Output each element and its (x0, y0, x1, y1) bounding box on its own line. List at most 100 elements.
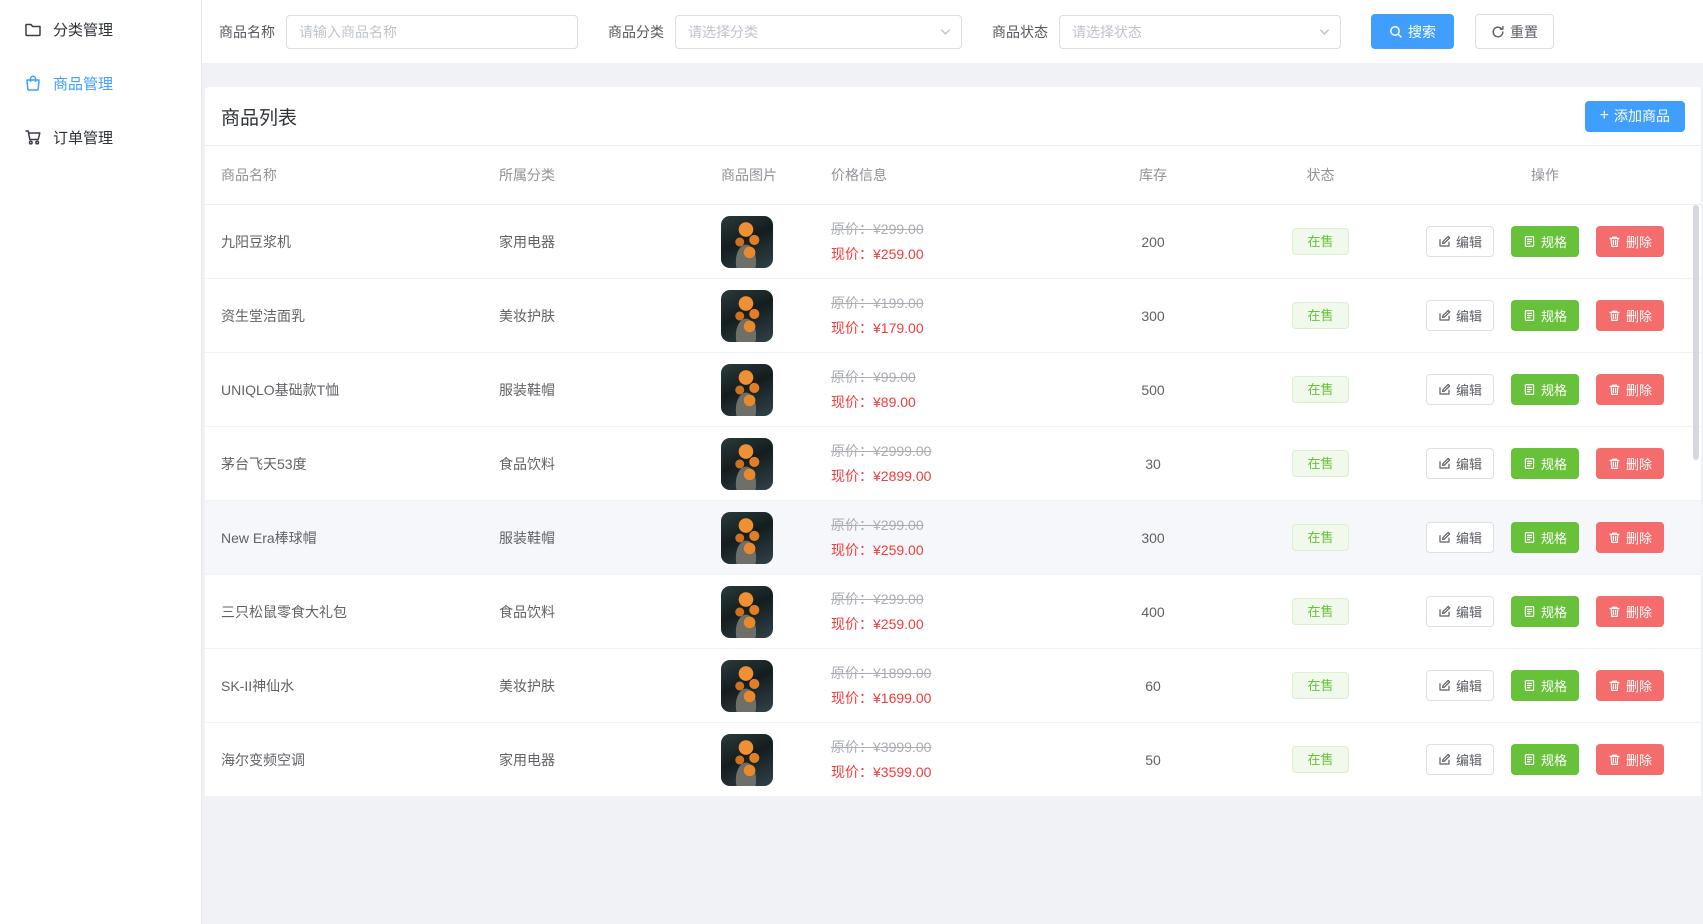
product-image-cell (721, 364, 831, 416)
product-image (721, 216, 773, 268)
product-image (721, 438, 773, 490)
current-price: 现价：¥3599.00 (831, 761, 1068, 783)
add-product-button[interactable]: + 添加商品 (1585, 101, 1685, 132)
delete-button-label: 删除 (1626, 750, 1652, 769)
delete-button[interactable]: 删除 (1596, 448, 1664, 479)
status-cell: 在售 (1238, 450, 1403, 478)
column-header-price: 价格信息 (831, 165, 1068, 185)
row-actions: 编辑 规格 删除 (1403, 670, 1687, 701)
product-image (721, 364, 773, 416)
delete-button-label: 删除 (1626, 454, 1652, 473)
sidebar-item-order-management[interactable]: 订单管理 (0, 110, 201, 164)
delete-button[interactable]: 删除 (1596, 596, 1664, 627)
document-icon (1523, 457, 1536, 470)
product-image-cell (721, 734, 831, 786)
trash-icon (1608, 753, 1621, 766)
trash-icon (1608, 383, 1621, 396)
spec-button-label: 规格 (1541, 528, 1567, 547)
reset-button[interactable]: 重置 (1475, 14, 1554, 49)
product-status-select[interactable] (1059, 15, 1341, 49)
filter-bar: 商品名称 商品分类 商品状态 (202, 0, 1703, 63)
spec-button[interactable]: 规格 (1511, 596, 1579, 627)
search-button[interactable]: 搜索 (1371, 14, 1454, 49)
table-row: SK-II神仙水 美妆护肤 原价：¥1899.00 现价：¥1699.00 60… (205, 649, 1701, 723)
original-price: 原价：¥2999.00 (831, 440, 1068, 462)
sidebar-item-label: 商品管理 (53, 73, 113, 94)
product-status-select-input[interactable] (1059, 15, 1341, 49)
status-badge: 在售 (1292, 672, 1348, 700)
product-image (721, 660, 773, 712)
refresh-icon (1491, 25, 1505, 39)
edit-icon (1438, 383, 1451, 396)
row-actions: 编辑 规格 删除 (1403, 448, 1687, 479)
status-cell: 在售 (1238, 672, 1403, 700)
trash-icon (1608, 605, 1621, 618)
trash-icon (1608, 309, 1621, 322)
original-price: 原价：¥199.00 (831, 292, 1068, 314)
spec-button[interactable]: 规格 (1511, 522, 1579, 553)
document-icon (1523, 679, 1536, 692)
delete-button-label: 删除 (1626, 380, 1652, 399)
price-info: 原价：¥199.00 现价：¥179.00 (831, 292, 1068, 339)
edit-button[interactable]: 编辑 (1426, 596, 1494, 627)
document-icon (1523, 235, 1536, 248)
delete-button-label: 删除 (1626, 602, 1652, 621)
edit-button[interactable]: 编辑 (1426, 300, 1494, 331)
product-category-select[interactable] (675, 15, 962, 49)
edit-button[interactable]: 编辑 (1426, 448, 1494, 479)
edit-button[interactable]: 编辑 (1426, 226, 1494, 257)
status-badge: 在售 (1292, 228, 1348, 256)
product-name: 九阳豆浆机 (221, 232, 499, 252)
column-header-actions: 操作 (1403, 165, 1687, 185)
spec-button[interactable]: 规格 (1511, 374, 1579, 405)
edit-button-label: 编辑 (1456, 528, 1482, 547)
delete-button[interactable]: 删除 (1596, 744, 1664, 775)
spec-button[interactable]: 规格 (1511, 300, 1579, 331)
add-product-label: 添加商品 (1614, 106, 1670, 126)
edit-button-label: 编辑 (1456, 454, 1482, 473)
edit-button[interactable]: 编辑 (1426, 522, 1494, 553)
product-name: 资生堂洁面乳 (221, 306, 499, 326)
delete-button[interactable]: 删除 (1596, 670, 1664, 701)
edit-button[interactable]: 编辑 (1426, 744, 1494, 775)
current-price: 现价：¥1699.00 (831, 687, 1068, 709)
spec-button-label: 规格 (1541, 380, 1567, 399)
delete-button[interactable]: 删除 (1596, 522, 1664, 553)
spec-button-label: 规格 (1541, 602, 1567, 621)
spec-button-label: 规格 (1541, 454, 1567, 473)
trash-icon (1608, 457, 1621, 470)
status-cell: 在售 (1238, 598, 1403, 626)
spec-button[interactable]: 规格 (1511, 744, 1579, 775)
product-image (721, 512, 773, 564)
row-actions: 编辑 规格 删除 (1403, 226, 1687, 257)
product-name-input[interactable] (286, 15, 578, 49)
price-info: 原价：¥99.00 现价：¥89.00 (831, 366, 1068, 413)
spec-button[interactable]: 规格 (1511, 670, 1579, 701)
spec-button[interactable]: 规格 (1511, 226, 1579, 257)
row-actions: 编辑 规格 删除 (1403, 300, 1687, 331)
original-price: 原价：¥299.00 (831, 588, 1068, 610)
price-info: 原价：¥299.00 现价：¥259.00 (831, 514, 1068, 561)
row-actions: 编辑 规格 删除 (1403, 744, 1687, 775)
spec-button-label: 规格 (1541, 306, 1567, 325)
table-row: 茅台飞天53度 食品饮料 原价：¥2999.00 现价：¥2899.00 30 … (205, 427, 1701, 501)
delete-button[interactable]: 删除 (1596, 300, 1664, 331)
edit-button[interactable]: 编辑 (1426, 670, 1494, 701)
edit-button[interactable]: 编辑 (1426, 374, 1494, 405)
original-price: 原价：¥299.00 (831, 218, 1068, 240)
row-actions: 编辑 规格 删除 (1403, 596, 1687, 627)
original-price: 原价：¥3999.00 (831, 736, 1068, 758)
product-category-select-input[interactable] (675, 15, 962, 49)
product-stock: 50 (1068, 752, 1238, 768)
status-cell: 在售 (1238, 302, 1403, 330)
vertical-scrollbar[interactable] (1693, 205, 1699, 460)
spec-button[interactable]: 规格 (1511, 448, 1579, 479)
edit-button-label: 编辑 (1456, 306, 1482, 325)
delete-button[interactable]: 删除 (1596, 226, 1664, 257)
delete-button[interactable]: 删除 (1596, 374, 1664, 405)
original-price: 原价：¥1899.00 (831, 662, 1068, 684)
sidebar-item-product-management[interactable]: 商品管理 (0, 56, 201, 110)
sidebar-item-category-management[interactable]: 分类管理 (0, 2, 201, 56)
cart-icon (24, 128, 42, 146)
column-header-image: 商品图片 (721, 165, 831, 185)
